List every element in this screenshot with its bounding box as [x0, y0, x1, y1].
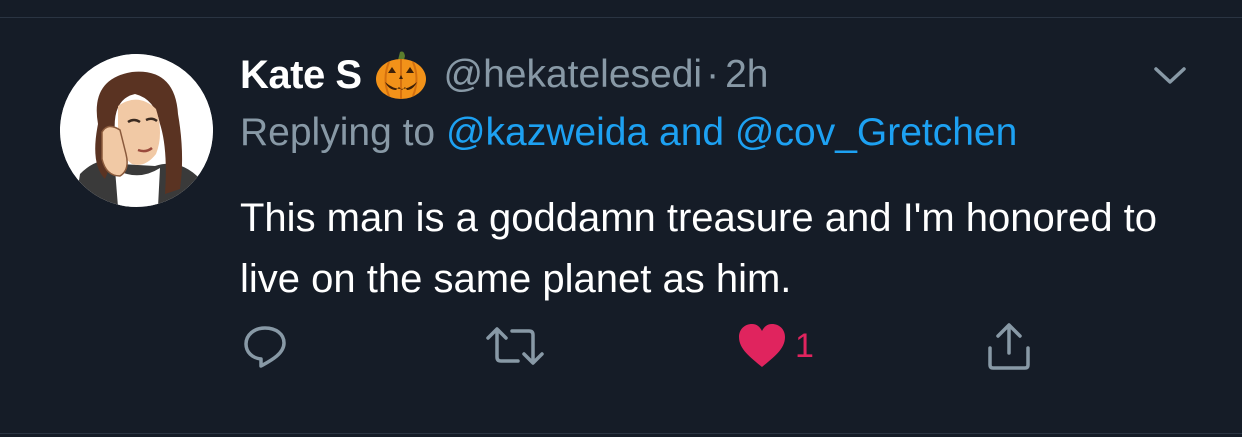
author-handle[interactable]: @hekatelesedi — [444, 53, 703, 97]
avatar-illustration — [60, 54, 213, 207]
timestamp[interactable]: 2h — [725, 53, 768, 97]
share-icon — [988, 323, 1030, 370]
retweet-button[interactable] — [485, 320, 545, 372]
retweet-icon — [486, 327, 544, 365]
chevron-down-icon[interactable] — [1150, 60, 1190, 90]
jack-o-lantern-icon — [374, 50, 428, 100]
author-name[interactable]: Kate S — [240, 53, 362, 98]
top-divider — [0, 17, 1242, 18]
reply-conjunction[interactable]: and — [659, 111, 724, 154]
avatar[interactable] — [60, 54, 213, 207]
reply-user-kazweida[interactable]: @kazweida — [446, 111, 648, 154]
reply-icon — [244, 326, 286, 368]
share-button[interactable] — [985, 320, 1033, 372]
reply-user-cov-gretchen[interactable]: @cov_Gretchen — [735, 111, 1017, 154]
bottom-divider — [0, 433, 1242, 434]
reply-button[interactable] — [240, 320, 290, 372]
separator-dot: · — [706, 53, 720, 96]
like-button[interactable]: 1 — [737, 320, 814, 372]
like-count: 1 — [795, 326, 814, 365]
replying-prefix: Replying to — [240, 111, 436, 154]
heart-icon — [739, 324, 785, 367]
tweet-text: This man is a goddamn treasure and I'm h… — [240, 196, 1158, 301]
tweet-header: Kate S @hekatelesedi · 2h — [240, 50, 768, 100]
replying-to-line: Replying to @kazweida and @cov_Gretchen — [240, 111, 1017, 155]
